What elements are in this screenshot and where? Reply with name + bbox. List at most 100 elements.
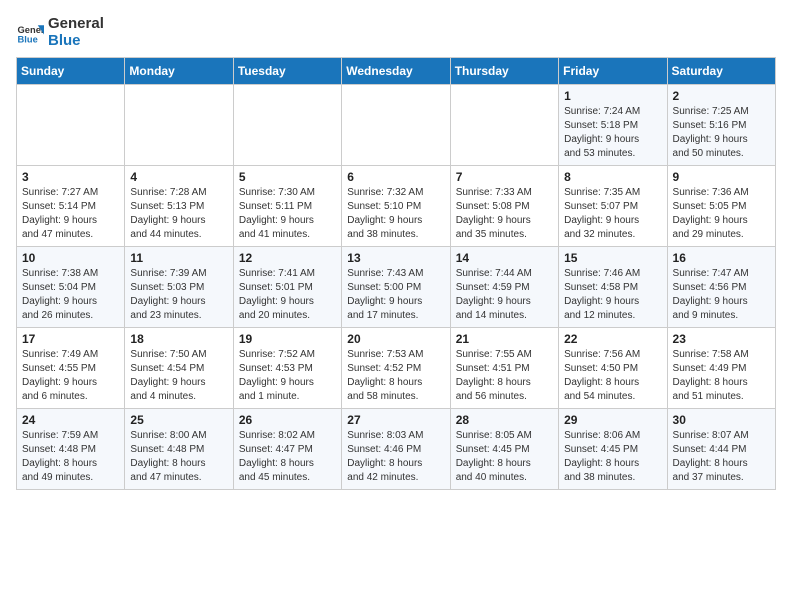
calendar-week-row: 10 Sunrise: 7:38 AM Sunset: 5:04 PM Dayli… [17,247,776,328]
day-number: 8 [564,170,661,184]
calendar-cell: 19 Sunrise: 7:52 AM Sunset: 4:53 PM Dayli… [233,328,341,409]
calendar-cell: 28 Sunrise: 8:05 AM Sunset: 4:45 PM Dayli… [450,409,558,490]
day-info: Sunrise: 7:59 AM Sunset: 4:48 PM Dayligh… [22,429,119,485]
day-number: 27 [347,413,444,427]
day-number: 3 [22,170,119,184]
day-info: Sunrise: 8:03 AM Sunset: 4:46 PM Dayligh… [347,429,444,485]
calendar-cell [342,85,450,166]
day-info: Sunrise: 7:43 AM Sunset: 5:00 PM Dayligh… [347,267,444,323]
calendar-cell: 1Sunrise: 7:24 AM Sunset: 5:18 PM Daylig… [559,85,667,166]
day-info: Sunrise: 7:47 AM Sunset: 4:56 PM Dayligh… [673,267,770,323]
day-info: Sunrise: 7:39 AM Sunset: 5:03 PM Dayligh… [130,267,227,323]
day-of-week-header: Saturday [667,58,775,85]
calendar-cell: 7Sunrise: 7:33 AM Sunset: 5:08 PM Daylig… [450,166,558,247]
day-number: 21 [456,332,553,346]
day-info: Sunrise: 7:36 AM Sunset: 5:05 PM Dayligh… [673,186,770,242]
day-number: 28 [456,413,553,427]
logo: General Blue General Blue [16,16,104,49]
calendar-cell: 14 Sunrise: 7:44 AM Sunset: 4:59 PM Dayli… [450,247,558,328]
calendar-cell: 8 Sunrise: 7:35 AM Sunset: 5:07 PM Daylig… [559,166,667,247]
calendar-cell: 10 Sunrise: 7:38 AM Sunset: 5:04 PM Dayli… [17,247,125,328]
calendar-cell [450,85,558,166]
day-info: Sunrise: 7:25 AM Sunset: 5:16 PM Dayligh… [673,105,770,161]
day-info: Sunrise: 8:06 AM Sunset: 4:45 PM Dayligh… [564,429,661,485]
calendar-cell: 3 Sunrise: 7:27 AM Sunset: 5:14 PM Daylig… [17,166,125,247]
calendar-cell: 5 Sunrise: 7:30 AM Sunset: 5:11 PM Daylig… [233,166,341,247]
page-header: General Blue General Blue [16,16,776,49]
day-number: 9 [673,170,770,184]
day-info: Sunrise: 7:56 AM Sunset: 4:50 PM Dayligh… [564,348,661,404]
calendar-cell [233,85,341,166]
day-number: 14 [456,251,553,265]
logo-icon: General Blue [16,19,44,47]
day-number: 18 [130,332,227,346]
svg-text:Blue: Blue [18,34,38,44]
day-info: Sunrise: 7:49 AM Sunset: 4:55 PM Dayligh… [22,348,119,404]
calendar-cell: 6Sunrise: 7:32 AM Sunset: 5:10 PM Daylig… [342,166,450,247]
calendar-week-row: 1Sunrise: 7:24 AM Sunset: 5:18 PM Daylig… [17,85,776,166]
calendar-header-row: SundayMondayTuesdayWednesdayThursdayFrid… [17,58,776,85]
day-number: 5 [239,170,336,184]
calendar-cell: 22 Sunrise: 7:56 AM Sunset: 4:50 PM Dayli… [559,328,667,409]
day-number: 24 [22,413,119,427]
day-of-week-header: Friday [559,58,667,85]
day-number: 26 [239,413,336,427]
day-number: 25 [130,413,227,427]
day-number: 16 [673,251,770,265]
day-number: 29 [564,413,661,427]
logo-general: General [48,16,104,33]
day-number: 7 [456,170,553,184]
day-info: Sunrise: 7:50 AM Sunset: 4:54 PM Dayligh… [130,348,227,404]
calendar-cell: 21 Sunrise: 7:55 AM Sunset: 4:51 PM Dayli… [450,328,558,409]
calendar-cell: 23 Sunrise: 7:58 AM Sunset: 4:49 PM Dayli… [667,328,775,409]
calendar-cell [125,85,233,166]
day-number: 19 [239,332,336,346]
calendar-week-row: 3 Sunrise: 7:27 AM Sunset: 5:14 PM Daylig… [17,166,776,247]
day-number: 17 [22,332,119,346]
day-info: Sunrise: 7:58 AM Sunset: 4:49 PM Dayligh… [673,348,770,404]
day-info: Sunrise: 7:38 AM Sunset: 5:04 PM Dayligh… [22,267,119,323]
day-of-week-header: Monday [125,58,233,85]
day-number: 23 [673,332,770,346]
day-number: 22 [564,332,661,346]
day-info: Sunrise: 7:30 AM Sunset: 5:11 PM Dayligh… [239,186,336,242]
day-number: 4 [130,170,227,184]
calendar-cell: 9 Sunrise: 7:36 AM Sunset: 5:05 PM Daylig… [667,166,775,247]
day-info: Sunrise: 7:24 AM Sunset: 5:18 PM Dayligh… [564,105,661,161]
day-number: 15 [564,251,661,265]
calendar-cell: 18 Sunrise: 7:50 AM Sunset: 4:54 PM Dayli… [125,328,233,409]
calendar-week-row: 24 Sunrise: 7:59 AM Sunset: 4:48 PM Dayli… [17,409,776,490]
day-info: Sunrise: 8:05 AM Sunset: 4:45 PM Dayligh… [456,429,553,485]
day-of-week-header: Sunday [17,58,125,85]
day-number: 30 [673,413,770,427]
calendar-cell: 15 Sunrise: 7:46 AM Sunset: 4:58 PM Dayli… [559,247,667,328]
day-number: 13 [347,251,444,265]
day-info: Sunrise: 7:52 AM Sunset: 4:53 PM Dayligh… [239,348,336,404]
day-info: Sunrise: 8:02 AM Sunset: 4:47 PM Dayligh… [239,429,336,485]
day-number: 11 [130,251,227,265]
day-info: Sunrise: 7:55 AM Sunset: 4:51 PM Dayligh… [456,348,553,404]
calendar-cell: 26 Sunrise: 8:02 AM Sunset: 4:47 PM Dayli… [233,409,341,490]
calendar-week-row: 17 Sunrise: 7:49 AM Sunset: 4:55 PM Dayli… [17,328,776,409]
day-info: Sunrise: 7:53 AM Sunset: 4:52 PM Dayligh… [347,348,444,404]
day-number: 2 [673,89,770,103]
day-info: Sunrise: 7:44 AM Sunset: 4:59 PM Dayligh… [456,267,553,323]
calendar-cell: 25 Sunrise: 8:00 AM Sunset: 4:48 PM Dayli… [125,409,233,490]
logo-blue: Blue [48,33,104,50]
day-info: Sunrise: 7:46 AM Sunset: 4:58 PM Dayligh… [564,267,661,323]
calendar-cell: 17 Sunrise: 7:49 AM Sunset: 4:55 PM Dayli… [17,328,125,409]
calendar: SundayMondayTuesdayWednesdayThursdayFrid… [16,57,776,490]
day-info: Sunrise: 7:41 AM Sunset: 5:01 PM Dayligh… [239,267,336,323]
day-number: 10 [22,251,119,265]
day-info: Sunrise: 7:27 AM Sunset: 5:14 PM Dayligh… [22,186,119,242]
day-number: 6 [347,170,444,184]
calendar-cell [17,85,125,166]
calendar-cell: 29 Sunrise: 8:06 AM Sunset: 4:45 PM Dayli… [559,409,667,490]
day-number: 12 [239,251,336,265]
day-info: Sunrise: 7:35 AM Sunset: 5:07 PM Dayligh… [564,186,661,242]
day-info: Sunrise: 7:28 AM Sunset: 5:13 PM Dayligh… [130,186,227,242]
calendar-cell: 12 Sunrise: 7:41 AM Sunset: 5:01 PM Dayli… [233,247,341,328]
day-info: Sunrise: 8:00 AM Sunset: 4:48 PM Dayligh… [130,429,227,485]
calendar-cell: 30Sunrise: 8:07 AM Sunset: 4:44 PM Dayli… [667,409,775,490]
calendar-cell: 11 Sunrise: 7:39 AM Sunset: 5:03 PM Dayli… [125,247,233,328]
